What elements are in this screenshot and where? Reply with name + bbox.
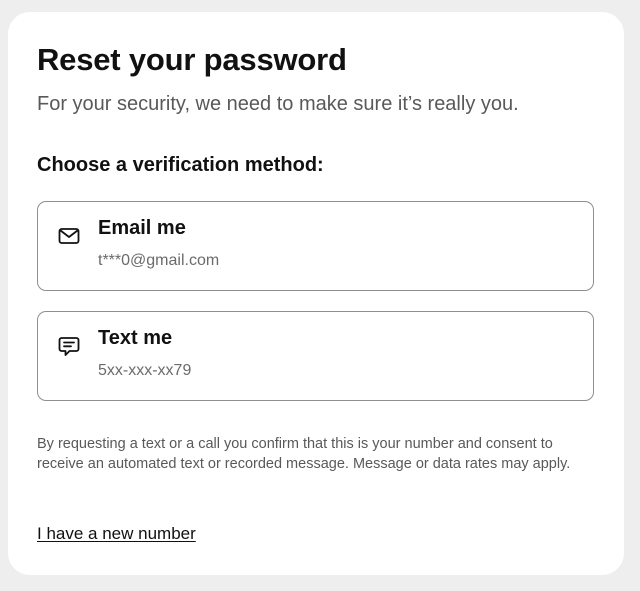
masked-phone-number: 5xx-xxx-xx79 — [98, 362, 192, 379]
text-me-label: Text me — [98, 327, 173, 349]
email-me-label: Email me — [98, 217, 186, 239]
email-me-option[interactable]: Email me t***0@gmail.com — [37, 201, 594, 291]
text-me-option[interactable]: Text me 5xx-xxx-xx79 — [37, 311, 594, 401]
envelope-icon — [57, 224, 81, 248]
masked-email: t***0@gmail.com — [98, 252, 220, 269]
reset-password-card: Reset your password For your security, w… — [8, 12, 624, 575]
new-number-link[interactable]: I have a new number — [37, 524, 196, 544]
page-subtitle: For your security, we need to make sure … — [37, 93, 519, 115]
consent-disclaimer: By requesting a text or a call you confi… — [37, 436, 571, 472]
verification-method-heading: Choose a verification method: — [37, 154, 324, 176]
chat-icon — [57, 334, 81, 358]
page-title: Reset your password — [37, 42, 347, 77]
